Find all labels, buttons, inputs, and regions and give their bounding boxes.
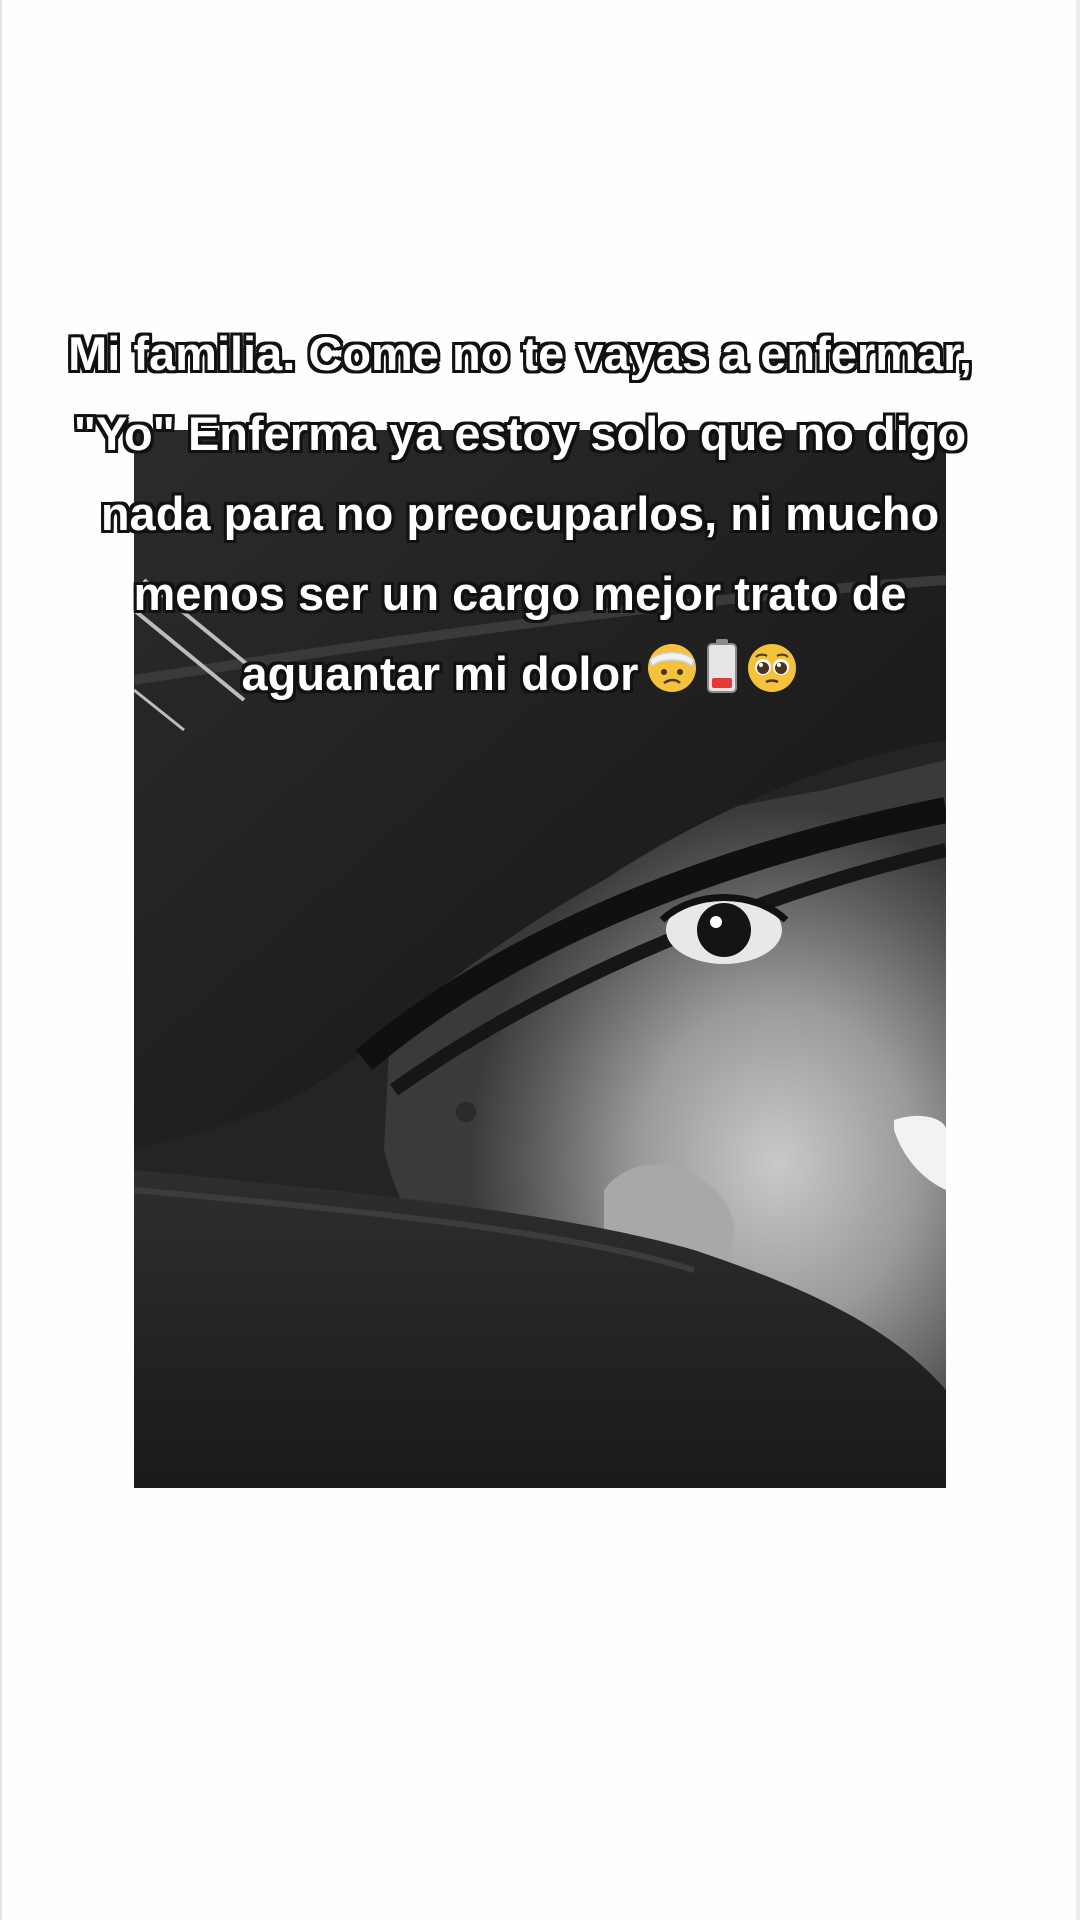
caption-line-5: aguantar mi dolor (20, 634, 1020, 718)
caption-text: Mi familia. Come no te vayas a enfermar,… (20, 314, 1020, 718)
pleading-face-icon (746, 638, 798, 718)
low-battery-icon (706, 638, 738, 718)
caption-line-4: menos ser un cargo mejor trato de (133, 567, 907, 620)
caption-line-1: Mi familia. Come no te vayas a enfermar, (68, 327, 972, 380)
frame-edge-right (1076, 0, 1080, 1920)
bandaged-face-icon (646, 638, 698, 718)
caption-line-3: nada para no preocuparlos, ni mucho (100, 487, 940, 540)
caption-line-2: "Yo" Enferma ya estoy solo que no digo (73, 407, 967, 460)
video-frame: Mi familia. Come no te vayas a enfermar,… (0, 0, 1080, 1920)
frame-edge-left (0, 0, 2, 1920)
caption-line-5-text: aguantar mi dolor (241, 647, 639, 700)
